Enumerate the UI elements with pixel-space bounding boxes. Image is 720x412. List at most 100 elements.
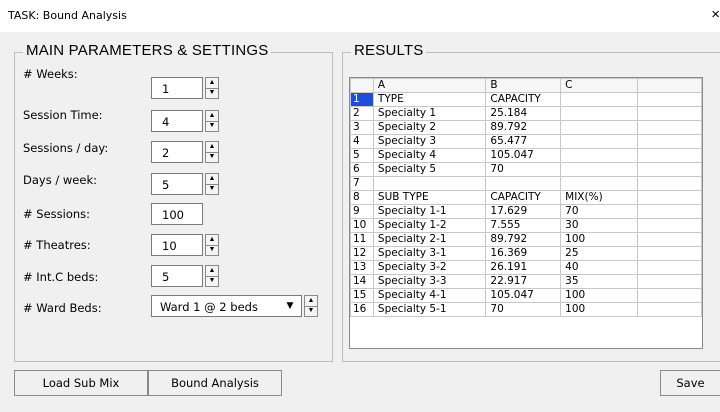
grid-cell[interactable] xyxy=(636,120,702,135)
grid-cell[interactable]: Specialty 2-1 xyxy=(372,232,487,247)
save-button[interactable]: Save xyxy=(660,370,720,396)
grid-cell[interactable]: Specialty 5 xyxy=(372,162,487,177)
grid-cell[interactable]: Specialty 5-1 xyxy=(372,302,487,317)
grid-cell[interactable]: 70 xyxy=(485,162,562,177)
sessions-per-day-field[interactable]: 2 xyxy=(151,141,203,163)
row-header[interactable]: 2 xyxy=(350,106,374,121)
row-header[interactable]: 11 xyxy=(350,232,374,247)
grid-cell[interactable] xyxy=(560,176,638,191)
grid-cell[interactable]: 100 xyxy=(560,288,638,303)
grid-cell[interactable] xyxy=(636,260,702,275)
row-header[interactable]: 13 xyxy=(350,260,374,275)
grid-cell[interactable]: Specialty 4 xyxy=(372,148,487,163)
grid-cell[interactable]: SUB TYPE xyxy=(372,190,487,205)
weeks-field[interactable]: 1 xyxy=(151,77,203,99)
grid-cell[interactable]: 89.792 xyxy=(485,120,562,135)
grid-cell[interactable]: 7.555 xyxy=(485,218,562,233)
grid-cell[interactable]: Specialty 4-1 xyxy=(372,288,487,303)
grid-cell[interactable] xyxy=(636,232,702,247)
bound-analysis-button[interactable]: Bound Analysis xyxy=(148,370,282,396)
grid-cell[interactable]: MIX(%) xyxy=(560,190,638,205)
grid-cell[interactable] xyxy=(636,134,702,149)
spin-down-icon[interactable]: ▼ xyxy=(305,306,317,316)
grid-cell[interactable] xyxy=(560,92,638,107)
grid-cell[interactable] xyxy=(560,162,638,177)
grid-cell[interactable]: 70 xyxy=(485,302,562,317)
grid-cell[interactable]: 89.792 xyxy=(485,232,562,247)
column-header[interactable]: B xyxy=(485,78,562,93)
column-header-empty[interactable] xyxy=(636,78,702,93)
row-header[interactable]: 12 xyxy=(350,246,374,261)
row-header[interactable]: 9 xyxy=(350,204,374,219)
theatres-spinner[interactable]: ▲ ▼ xyxy=(205,234,219,256)
grid-cell[interactable]: Specialty 3 xyxy=(372,134,487,149)
grid-cell[interactable]: 17.629 xyxy=(485,204,562,219)
spin-down-icon[interactable]: ▼ xyxy=(206,152,218,162)
row-header[interactable]: 15 xyxy=(350,288,374,303)
grid-cell[interactable]: Specialty 3-2 xyxy=(372,260,487,275)
ward-beds-combo[interactable]: Ward 1 @ 2 beds ▼ xyxy=(151,295,302,317)
row-header[interactable]: 14 xyxy=(350,274,374,289)
int-c-beds-spinner[interactable]: ▲ ▼ xyxy=(205,265,219,287)
session-time-spinner[interactable]: ▲ ▼ xyxy=(205,110,219,132)
int-c-beds-field[interactable]: 5 xyxy=(151,265,203,287)
grid-cell[interactable] xyxy=(636,106,702,121)
row-header[interactable]: 7 xyxy=(350,176,374,191)
grid-cell[interactable]: 16.369 xyxy=(485,246,562,261)
load-sub-mix-button[interactable]: Load Sub Mix xyxy=(14,370,148,396)
grid-cell[interactable]: 70 xyxy=(560,204,638,219)
weeks-spinner[interactable]: ▲ ▼ xyxy=(205,77,219,99)
grid-cell[interactable]: 35 xyxy=(560,274,638,289)
grid-cell[interactable]: 22.917 xyxy=(485,274,562,289)
grid-cell[interactable] xyxy=(636,92,702,107)
grid-cell[interactable] xyxy=(636,148,702,163)
grid-cell[interactable] xyxy=(636,288,702,303)
grid-cell[interactable]: Specialty 3-3 xyxy=(372,274,487,289)
grid-cell[interactable]: Specialty 1-2 xyxy=(372,218,487,233)
days-per-week-field[interactable]: 5 xyxy=(151,173,203,195)
sessions-per-day-spinner[interactable]: ▲ ▼ xyxy=(205,141,219,163)
grid-cell[interactable] xyxy=(372,176,487,191)
spin-down-icon[interactable]: ▼ xyxy=(206,245,218,255)
grid-cell[interactable]: 30 xyxy=(560,218,638,233)
row-header[interactable]: 1 xyxy=(350,92,374,107)
results-grid[interactable]: A B C 1 TYPE CAPACITY 2 Specialty 1 25.184 3… xyxy=(349,77,703,349)
grid-cell[interactable]: Specialty 1 xyxy=(372,106,487,121)
grid-cell[interactable]: 105.047 xyxy=(485,148,562,163)
grid-cell[interactable] xyxy=(636,204,702,219)
grid-cell[interactable]: Specialty 3-1 xyxy=(372,246,487,261)
grid-cell[interactable]: 25.184 xyxy=(485,106,562,121)
row-header[interactable]: 8 xyxy=(350,190,374,205)
grid-cell[interactable] xyxy=(636,218,702,233)
row-header[interactable]: 4 xyxy=(350,134,374,149)
grid-cell[interactable]: CAPACITY xyxy=(485,92,562,107)
grid-cell[interactable]: 40 xyxy=(560,260,638,275)
grid-cell[interactable]: Specialty 1-1 xyxy=(372,204,487,219)
spin-down-icon[interactable]: ▼ xyxy=(206,184,218,194)
grid-cell[interactable]: 105.047 xyxy=(485,288,562,303)
grid-cell[interactable]: Specialty 2 xyxy=(372,120,487,135)
corner-cell[interactable] xyxy=(350,78,374,93)
grid-cell[interactable]: 65.477 xyxy=(485,134,562,149)
grid-cell[interactable] xyxy=(636,176,702,191)
row-header[interactable]: 6 xyxy=(350,162,374,177)
grid-cell[interactable]: 25 xyxy=(560,246,638,261)
theatres-field[interactable]: 10 xyxy=(151,234,203,256)
column-header[interactable]: C xyxy=(560,78,638,93)
grid-cell[interactable] xyxy=(636,162,702,177)
sessions-field[interactable]: 100 xyxy=(151,203,203,225)
row-header[interactable]: 3 xyxy=(350,120,374,135)
grid-cell[interactable] xyxy=(636,246,702,261)
grid-cell[interactable]: 100 xyxy=(560,302,638,317)
close-icon[interactable]: × xyxy=(706,6,720,23)
grid-cell[interactable]: TYPE xyxy=(372,92,487,107)
chevron-down-icon[interactable]: ▼ xyxy=(282,297,298,315)
session-time-field[interactable]: 4 xyxy=(151,110,203,132)
grid-cell[interactable] xyxy=(560,120,638,135)
grid-cell[interactable] xyxy=(636,190,702,205)
grid-cell[interactable] xyxy=(636,274,702,289)
grid-cell[interactable]: 26.191 xyxy=(485,260,562,275)
grid-cell[interactable]: CAPACITY xyxy=(485,190,562,205)
column-header[interactable]: A xyxy=(372,78,487,93)
row-header[interactable]: 5 xyxy=(350,148,374,163)
